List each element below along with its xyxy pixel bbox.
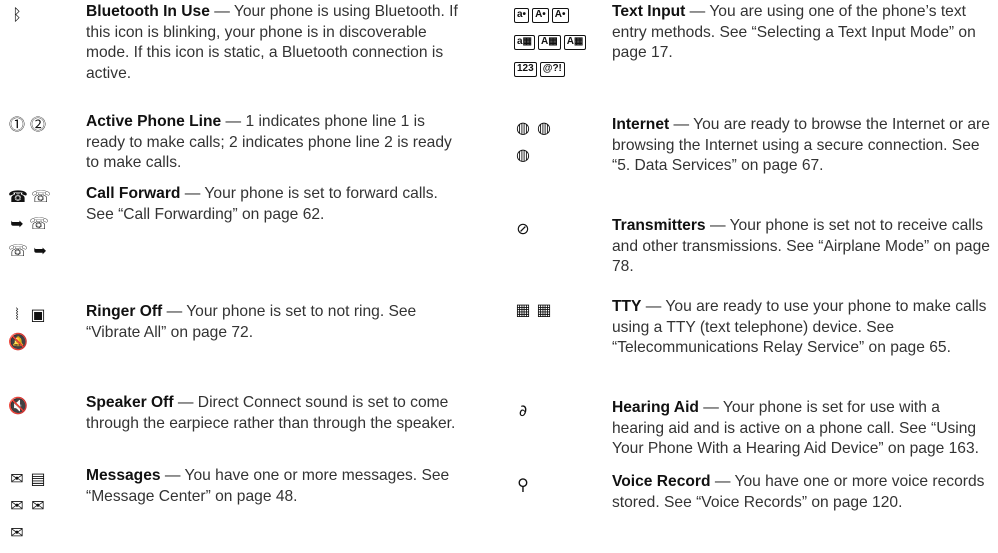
text-input-title: Text Input — [612, 3, 686, 20]
icon-row: ☎ ☏ — [8, 186, 78, 208]
icon-row: ▦ ▦ — [514, 299, 584, 321]
globe-icon: ◍ — [516, 118, 530, 137]
phone-line-1-icon: ⓵ — [8, 115, 25, 134]
call-forward-description: Call Forward — Your phone is set to forw… — [86, 184, 458, 225]
tty-icon-group: ▦ ▦ — [514, 299, 584, 326]
envelope-voicemail-icon: ▤ — [30, 469, 46, 488]
text-mode-symbols-icon: @?! — [539, 61, 565, 77]
vibrate-framed-icon: ▣ — [30, 305, 46, 324]
speaker-off-icon-group: 🔇 — [8, 395, 78, 422]
bluetooth-description: Bluetooth In Use — Your phone is using B… — [86, 2, 458, 84]
bluetooth-title: Bluetooth In Use — [86, 3, 210, 20]
envelope-check-icon: ✉ — [10, 523, 24, 542]
call-forward-line2-icon: ☏ — [30, 187, 51, 206]
icon-row: ✉ — [8, 522, 78, 544]
text-mode-Abc-icon: A• — [532, 7, 549, 23]
messages-title: Messages — [86, 467, 161, 484]
icon-row: 🔕 — [8, 331, 78, 353]
tty-icon: ▦ — [515, 300, 531, 319]
transmitters-title: Transmitters — [612, 217, 706, 234]
transmitters-icon-group: ⊘ — [514, 218, 584, 245]
vibrate-icon: ⦚ — [15, 305, 19, 324]
icon-row: 123 @?! — [514, 58, 584, 80]
call-forward-line2-alt-icon: ☏ — [8, 241, 29, 260]
ringer-off-icon-group: ⦚ ▣ 🔕 — [8, 304, 78, 358]
text-mode-word-abc-icon: a▦ — [514, 34, 536, 50]
globe-secure-alt-icon: ◍ — [516, 145, 530, 164]
icon-row: ⊘ — [514, 218, 584, 240]
tty-active-icon: ▦ — [536, 300, 552, 319]
icon-row: ◍ — [514, 144, 584, 166]
internet-description: Internet — You are ready to browse the I… — [612, 115, 994, 177]
voice-record-icon: ⚲ — [517, 475, 529, 494]
icon-row: ✉ ▤ — [8, 468, 78, 490]
active-phone-line-description: Active Phone Line — 1 indicates phone li… — [86, 112, 458, 174]
active-phone-line-icon-group: ⓵⓶ — [8, 114, 78, 141]
internet-body: — You are ready to browse the Internet o… — [612, 116, 990, 174]
envelope-filled-icon: ✉ — [31, 496, 45, 515]
call-forward-icon-group: ☎ ☏ ➥ ☏ ☏ ➥ — [8, 186, 78, 267]
voice-record-description: Voice Record — You have one or more voic… — [612, 472, 994, 513]
call-forward-both-alt-icon: ☏ — [29, 214, 50, 233]
text-input-icon-group: a• A• A• a▦ A▦ A▦ 123 @?! — [514, 4, 587, 85]
tty-description: TTY — You are ready to use your phone to… — [612, 297, 994, 359]
envelope-icon: ✉ — [10, 469, 24, 488]
icon-row: 🔇 — [8, 395, 78, 417]
icon-row: ➥ ☏ — [8, 213, 78, 235]
tty-title: TTY — [612, 298, 642, 315]
transmitters-off-icon: ⊘ — [516, 219, 530, 238]
hearing-aid-title: Hearing Aid — [612, 399, 699, 416]
transmitters-description: Transmitters — Your phone is set not to … — [612, 216, 994, 278]
icon-row: ᛒ — [8, 4, 78, 26]
globe-secure-icon: ◍ — [537, 118, 551, 137]
voice-record-icon-group: ⚲ — [514, 474, 584, 501]
bell-off-icon: 🔕 — [8, 332, 28, 351]
text-mode-word-ABC-icon: A▦ — [563, 34, 587, 50]
internet-icon-group: ◍ ◍ ◍ — [514, 117, 584, 171]
icon-row: a• A• A• — [514, 4, 584, 26]
speaker-off-title: Speaker Off — [86, 394, 174, 411]
speaker-off-description: Speaker Off — Direct Connect sound is se… — [86, 393, 458, 434]
active-phone-line-title: Active Phone Line — [86, 113, 222, 130]
tty-body: — You are ready to use your phone to mak… — [612, 298, 987, 356]
call-forward-line1-alt-icon: ➥ — [33, 241, 47, 260]
internet-title: Internet — [612, 116, 670, 133]
phone-line-2-icon: ⓶ — [29, 115, 46, 134]
icon-row: ⦚ ▣ — [8, 304, 78, 326]
voice-record-title: Voice Record — [612, 473, 711, 490]
hearing-aid-description: Hearing Aid — Your phone is set for use … — [612, 398, 994, 460]
envelope-email-icon: ✉ — [10, 496, 24, 515]
icon-row: ∂ — [514, 400, 584, 422]
hearing-aid-icon-group: ∂ — [514, 400, 584, 427]
call-forward-both-icon: ➥ — [10, 214, 24, 233]
messages-icon-group: ✉ ▤ ✉ ✉ ✉ — [8, 468, 78, 549]
ringer-off-description: Ringer Off — Your phone is set to not ri… — [86, 302, 458, 343]
messages-description: Messages — You have one or more messages… — [86, 466, 458, 507]
bluetooth-icon-group: ᛒ — [8, 4, 78, 31]
icon-row: ◍ ◍ — [514, 117, 584, 139]
text-input-description: Text Input — You are using one of the ph… — [612, 2, 994, 64]
icon-row: ☏ ➥ — [8, 240, 78, 262]
text-mode-word-Abc-icon: A▦ — [538, 34, 561, 50]
icon-row: ⓵⓶ — [8, 114, 78, 136]
speaker-off-icon: 🔇 — [8, 396, 28, 415]
icon-row: ✉ ✉ — [8, 495, 78, 517]
text-mode-abc-icon: a• — [514, 7, 530, 23]
ringer-off-title: Ringer Off — [86, 303, 163, 320]
icon-row: ⚲ — [514, 474, 584, 496]
reference-page: ᛒ Bluetooth In Use — Your phone is using … — [0, 0, 998, 553]
call-forward-title: Call Forward — [86, 185, 181, 202]
call-forward-line1-icon: ☎ — [8, 187, 28, 206]
hearing-aid-icon: ∂ — [518, 401, 528, 420]
icon-row: a▦ A▦ A▦ — [514, 31, 587, 53]
text-mode-numeric-icon: 123 — [514, 61, 537, 77]
text-mode-ABC-icon: A• — [551, 7, 569, 23]
bluetooth-icon: ᛒ — [12, 5, 22, 24]
